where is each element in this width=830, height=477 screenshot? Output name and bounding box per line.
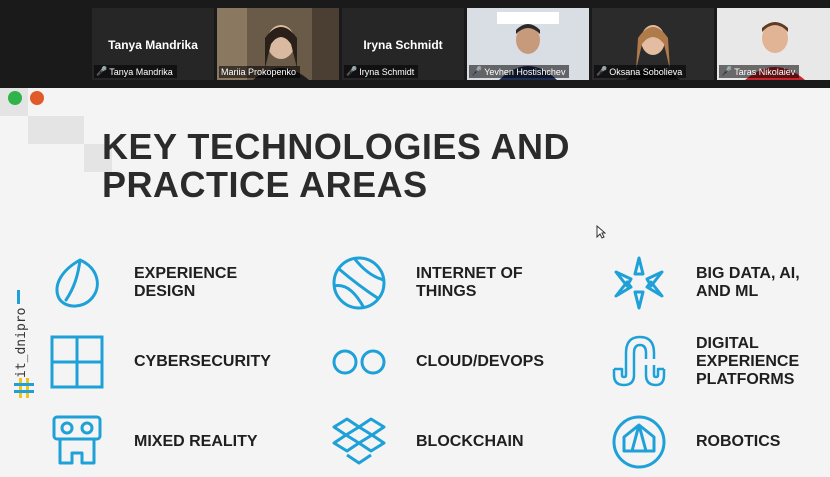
- participant-display-name: Tanya Mandrika: [108, 38, 198, 52]
- participant-tile[interactable]: Mariia Prokopenko: [217, 8, 339, 80]
- double-circle-icon: [332, 349, 386, 375]
- participant-name-tag: 🎤 Tanya Mandrika: [94, 65, 177, 78]
- tech-item: DIGITAL EXPERIENCE PLATFORMS: [610, 333, 799, 391]
- dropbox-icon: [332, 417, 386, 465]
- participant-name-tag: 🎤 Oksana Sobolieva: [594, 65, 687, 78]
- shield-icon[interactable]: [8, 91, 22, 105]
- tech-label: CLOUD/DEVOPS: [416, 353, 545, 370]
- decor-square: [28, 116, 56, 144]
- mic-muted-icon: 🎤: [596, 66, 608, 76]
- decor-square: [56, 116, 84, 144]
- stumbleupon-icon: [612, 335, 666, 387]
- tech-label: ROBOTICS: [696, 433, 781, 450]
- tech-label: DIGITAL EXPERIENCE PLATFORMS: [696, 335, 800, 388]
- vr-headset-icon: [52, 415, 102, 465]
- mic-muted-icon: 🎤: [471, 66, 483, 76]
- participant-tile[interactable]: 🎤 Yevhen Hostishchev: [467, 8, 589, 80]
- hashtag-icon: [14, 378, 34, 398]
- radial-burst-icon: [614, 256, 664, 310]
- tech-label: EXPERIENCE DESIGN: [134, 265, 238, 300]
- tech-item: ROBOTICS: [610, 413, 780, 471]
- participant-name-tag: 🎤 Iryna Schmidt: [344, 65, 419, 78]
- leaf-drop-icon: [55, 258, 99, 308]
- slide-title-line: KEY TECHNOLOGIES AND: [102, 126, 571, 167]
- brand-logo: it_dnipro: [10, 288, 40, 408]
- tech-label: INTERNET OF THINGS: [416, 265, 523, 300]
- mic-muted-icon: 🎤: [96, 66, 108, 76]
- tech-label: CYBERSECURITY: [134, 353, 271, 370]
- basketball-globe-icon: [332, 256, 386, 310]
- tech-item: CYBERSECURITY: [48, 333, 271, 391]
- participant-tile[interactable]: Iryna Schmidt 🎤 Iryna Schmidt: [342, 8, 464, 80]
- slide-title: KEY TECHNOLOGIES AND PRACTICE AREAS: [102, 128, 570, 204]
- participant-tile[interactable]: 🎤 Taras Nikolaiev: [717, 8, 830, 80]
- participant-name-tag: 🎤 Yevhen Hostishchev: [469, 65, 570, 78]
- status-indicators: [8, 91, 44, 105]
- tech-item: BIG DATA, AI, AND ML: [610, 254, 800, 312]
- house-circle-icon: [612, 415, 666, 469]
- mouse-cursor-icon: [596, 225, 606, 239]
- tech-label: BLOCKCHAIN: [416, 433, 524, 450]
- shared-screen-slide: KEY TECHNOLOGIES AND PRACTICE AREAS it_d…: [0, 88, 830, 477]
- window-grid-icon: [50, 335, 104, 389]
- slide-title-line: PRACTICE AREAS: [102, 164, 428, 205]
- brand-text: it_dnipro: [14, 307, 29, 378]
- participant-name-tag: Mariia Prokopenko: [219, 66, 301, 78]
- participant-tile[interactable]: Tanya Mandrika 🎤 Tanya Mandrika: [92, 8, 214, 80]
- tech-item: BLOCKCHAIN: [330, 413, 524, 471]
- tech-item: EXPERIENCE DESIGN: [48, 254, 237, 312]
- participant-display-name: Iryna Schmidt: [363, 38, 443, 52]
- record-icon[interactable]: [30, 91, 44, 105]
- tech-item: INTERNET OF THINGS: [330, 254, 523, 312]
- tech-item: MIXED REALITY: [48, 413, 258, 471]
- mic-muted-icon: 🎤: [721, 66, 733, 76]
- participant-name-tag: 🎤 Taras Nikolaiev: [719, 65, 800, 78]
- participant-tile[interactable]: 🎤 Oksana Sobolieva: [592, 8, 714, 80]
- tech-label: MIXED REALITY: [134, 433, 258, 450]
- tech-label: BIG DATA, AI, AND ML: [696, 265, 800, 300]
- participants-bar: Tanya Mandrika 🎤 Tanya Mandrika Mariia Pr…: [0, 0, 830, 88]
- mic-muted-icon: 🎤: [346, 66, 358, 76]
- tech-item: CLOUD/DEVOPS: [330, 333, 544, 391]
